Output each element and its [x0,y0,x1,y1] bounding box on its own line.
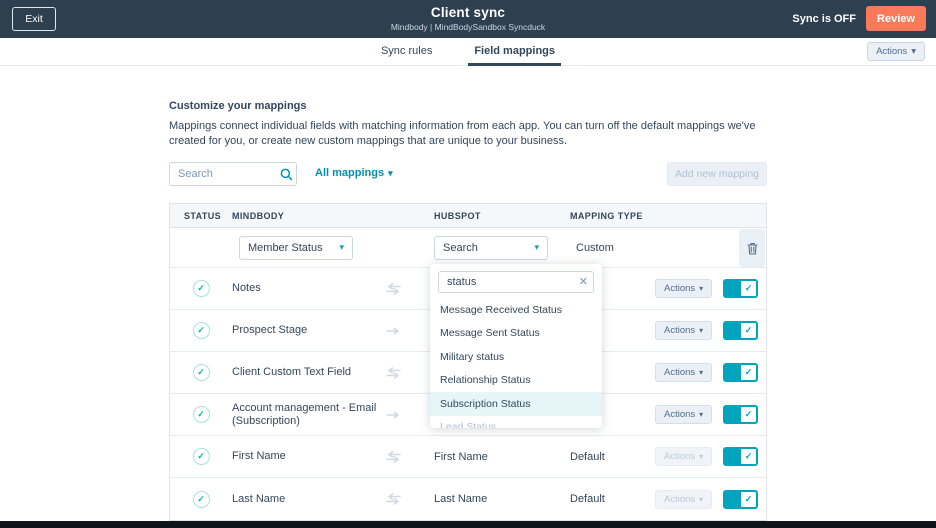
status-check-icon: ✓ [192,448,210,465]
mapping-type-label: Default [570,493,605,505]
chevron-down-icon: ▾ [534,242,539,252]
row-sync-toggle[interactable]: ✓ [723,279,758,298]
chevron-down-icon: ▾ [699,326,704,335]
row-sync-toggle[interactable]: ✓ [723,321,758,340]
hubspot-select-value: Search [443,241,478,254]
chevron-down-icon: ▾ [699,452,704,461]
two-way-sync-icon [385,282,434,295]
status-check-icon: ✓ [192,280,210,297]
row-sync-toggle[interactable]: ✓ [723,447,758,466]
chevron-down-icon: ▾ [699,494,704,504]
table-row: ✓ Last Name Last Name Default Actions ▾ ✓ [170,478,766,520]
hubspot-field-dropdown-panel: ✕ Message Received Status Message Sent S… [430,264,602,428]
toggle-knob: ✓ [740,280,757,297]
search-input[interactable] [170,168,276,180]
clear-search-icon[interactable]: ✕ [579,275,588,288]
new-mapping-edit-row: Member Status ▾ Search ▾ Custom [170,228,766,268]
column-header-mapping-type: Mapping type [570,210,643,221]
search-icon [276,168,296,181]
one-way-sync-icon [385,325,434,337]
row-actions-button: Actions ▾ [655,489,713,509]
review-button[interactable]: Review [866,6,926,31]
table-header-row: Status Mindbody Hubspot Mapping type [170,204,766,228]
chevron-down-icon: ▾ [339,242,344,252]
all-mappings-filter[interactable]: All mappings ▾ [315,167,393,179]
column-header-status: Status [184,210,222,221]
row-sync-toggle[interactable]: ✓ [723,363,758,382]
filter-label: All mappings [315,167,385,179]
toggle-knob: ✓ [740,322,757,339]
mindbody-select-value: Member Status [248,241,323,254]
row-actions-button[interactable]: Actions ▾ [655,321,713,340]
dropdown-option-highlighted[interactable]: Subscription Status [430,392,602,416]
chevron-down-icon: ▾ [911,46,916,57]
page-actions-button[interactable]: Actions ▾ [867,42,925,61]
mindbody-field-select[interactable]: Member Status ▾ [239,235,353,260]
client-sync-page: Exit Client sync Mindbody | MindBodySand… [0,0,936,528]
mindbody-field-label: Account management - Email (Subscription… [232,401,377,427]
chevron-down-icon: ▾ [699,410,704,419]
delete-mapping-button[interactable] [739,229,765,267]
toggle-knob: ✓ [740,364,757,381]
mapping-type-label: Default [570,450,605,463]
toggle-knob: ✓ [740,448,757,465]
trash-icon [746,242,758,255]
status-check-icon: ✓ [192,406,210,423]
two-way-sync-icon [385,450,434,463]
column-header-mindbody: Mindbody [232,210,285,221]
two-way-sync-icon [385,493,434,505]
tab-sync-rules[interactable]: Sync rules [375,38,438,66]
hubspot-field-label: First Name [434,450,488,463]
row-actions-button[interactable]: Actions ▾ [655,363,713,382]
one-way-sync-icon [385,409,434,421]
row-sync-toggle[interactable]: ✓ [723,489,758,509]
toggle-knob: ✓ [740,406,757,423]
tab-field-mappings[interactable]: Field mappings [468,38,562,66]
hubspot-field-select[interactable]: Search ▾ [434,235,548,260]
tabs-bar: Sync rules Field mappings Actions ▾ [0,38,936,66]
row-actions-button[interactable]: Actions ▾ [655,405,713,424]
mindbody-field-label: Notes [232,282,261,294]
dropdown-option[interactable]: Relationship Status [430,369,602,393]
status-check-icon: ✓ [192,364,210,381]
hubspot-field-label: Last Name [434,493,488,505]
column-header-hubspot: Hubspot [434,210,481,221]
dropdown-option[interactable]: Message Sent Status [430,322,602,346]
section-heading: Customize your mappings [169,100,307,112]
row-actions-button[interactable]: Actions ▾ [655,279,713,298]
row-sync-toggle[interactable]: ✓ [723,405,758,424]
top-bar: Exit Client sync Mindbody | MindBodySand… [0,0,936,38]
chevron-down-icon: ▾ [388,167,393,178]
page-actions-label: Actions [876,46,908,57]
row-actions-button: Actions ▾ [655,447,713,466]
toggle-knob: ✓ [740,490,757,508]
sync-status-label: Sync is OFF [792,13,856,25]
dropdown-option[interactable]: Message Received Status [430,298,602,322]
mindbody-field-label: First Name [232,450,286,462]
dropdown-option[interactable]: Military status [430,345,602,369]
dropdown-option[interactable]: Lead Status [430,416,602,428]
mapping-type-value: Custom [576,241,614,254]
bottom-edge-bar [0,521,936,528]
chevron-down-icon: ▾ [699,284,704,293]
mindbody-field-label: Client Custom Text Field [232,366,352,378]
mindbody-field-label: Last Name [232,492,286,505]
table-row: ✓ First Name First Name Default Actions ▾… [170,436,766,478]
mappings-search-field [169,162,297,186]
dropdown-search-input[interactable] [438,271,594,293]
add-new-mapping-button[interactable]: Add new mapping [667,162,767,186]
two-way-sync-icon [385,366,434,379]
status-check-icon: ✓ [192,490,210,508]
status-check-icon: ✓ [192,322,210,339]
chevron-down-icon: ▾ [699,368,704,377]
mindbody-field-label: Prospect Stage [232,324,308,336]
section-description: Mappings connect individual fields with … [169,120,756,147]
